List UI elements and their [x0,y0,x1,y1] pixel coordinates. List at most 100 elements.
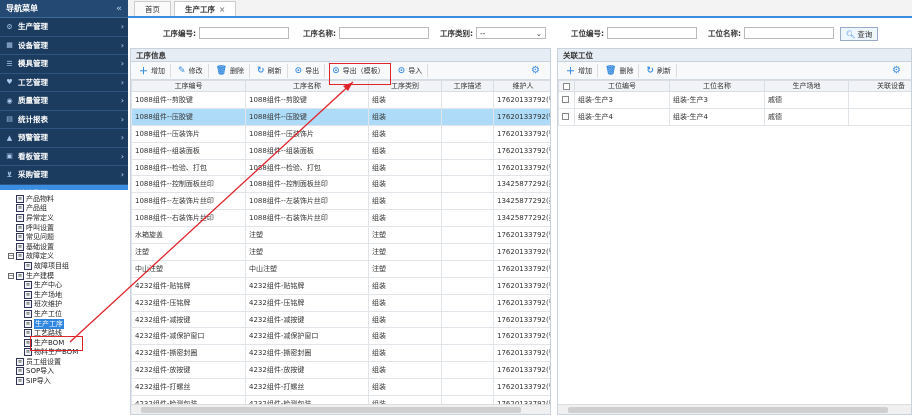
sidebar-item-3[interactable]: ♥ 工艺管理 › [0,74,128,92]
tree-node[interactable]: ≡ 产品物料 [0,194,128,204]
gear-icon[interactable]: ⚙ [531,65,540,76]
search-type-field: 工序类别: -- ⌄ [440,27,546,39]
tree-node[interactable]: ≡ 产品组 [0,204,128,214]
sidebar-item-5[interactable]: ▤ 统计报表 › [0,111,128,129]
horizontal-scrollbar[interactable] [131,404,550,414]
tree-node[interactable]: ≡ SOP导入 [0,367,128,377]
tree-node-label: 产品组 [26,204,47,213]
row-checkbox[interactable] [562,113,569,121]
horizontal-scrollbar[interactable] [558,404,911,414]
table-row[interactable]: 4232组件-放按键 4232组件-放按键 组装 17620133792(智 [131,361,550,380]
station-refresh-label: 刷新 [657,66,671,75]
select-all-checkbox[interactable] [563,82,570,90]
table-row[interactable]: 4232组件-打螺丝 4232组件-打螺丝 组装 17620133792(智 [131,378,550,397]
station-add-button[interactable]: ＋增加 [561,63,599,78]
sidebar-item-4[interactable]: ◉ 质量管理 › [0,92,128,111]
search-code-input[interactable] [199,27,289,39]
import-button[interactable]: ⊙ 导入 [393,63,429,78]
station-name-input[interactable] [744,27,834,39]
tree-node[interactable]: ≡ 生产工序 [0,318,128,329]
station-code-input[interactable] [607,27,697,39]
table-row[interactable]: 4232组件-贴铭牌 4232组件-贴铭牌 组装 17620133792(智 [131,276,550,295]
tree-node[interactable]: ≡ 故障项目组 [0,261,128,271]
tree-node[interactable]: ≡ 班次维护 [0,300,128,310]
refresh-label: 刷新 [267,66,282,75]
table-cell: 17620133792(智 [493,378,550,397]
table-row[interactable]: 1088组件--剪胶键 1088组件--剪胶键 组装 17620133792(智 [131,91,550,109]
tree-node[interactable]: − ≡ 生产建模 [0,271,128,281]
column-header[interactable]: 工位编号 [574,80,670,92]
gear-icon[interactable]: ⚙ [892,65,901,76]
scrollbar-thumb[interactable] [568,407,888,413]
tree-node[interactable]: ≡ 员工组设置 [0,357,128,367]
tree-node[interactable]: − ≡ 故障定义 [0,252,128,262]
column-header[interactable]: 关联设备 [848,80,911,92]
table-row[interactable]: 组装-生产4 组装-生产4 戚德 [558,107,911,126]
search-type-select[interactable]: -- ⌄ [476,27,546,39]
table-cell: 4232组件-压铭牌 [131,293,246,312]
sidebar-item-8[interactable]: ⊻ 采购管理 › [0,166,128,185]
table-row[interactable]: 1088组件--压装饰片 1088组件--压装饰片 组装 17620133792(智 [131,124,550,143]
table-row[interactable]: 4232组件-撕密封圈 4232组件-撕密封圈 组装 17620133792(智 [131,344,550,363]
tree-node[interactable]: ≡ 生产工位 [0,309,128,319]
heart-icon: ♥ [6,78,13,87]
table-row[interactable]: 组装-生产3 组装-生产3 戚德 [558,91,911,109]
sidebar-item-1[interactable]: ▦ 设备管理 › [0,37,128,55]
table-row[interactable]: 1088组件--检验、打包 1088组件--检验、打包 组装 17620133792(… [131,158,550,177]
table-row[interactable]: 中山注塑 中山注塑 注塑 17620133792(智 [131,259,550,278]
table-row[interactable]: 4232组件-减按键 4232组件-减按键 组装 17620133792(智 [131,310,550,329]
column-header[interactable]: 工序编号 [131,80,246,92]
refresh-button[interactable]: ↻ 刷新 [252,63,288,78]
table-cell [558,91,575,109]
tab-current[interactable]: 生产工序 × [174,1,237,16]
column-header[interactable] [558,80,575,92]
tree-node[interactable]: ≡ 基础设置 [0,242,128,252]
sidebar-item-2[interactable]: ☰ 模具管理 › [0,55,128,74]
table-cell: 组装 [368,141,442,160]
collapse-toggle-icon[interactable]: − [8,272,14,279]
collapse-toggle-icon[interactable]: − [8,253,14,260]
tree-node[interactable]: ≡ 呼叫设置 [0,223,128,233]
query-button[interactable]: 🔍︎ 查询 [840,27,878,41]
column-header[interactable]: 工位名称 [669,80,765,92]
search-name-input[interactable] [339,27,429,39]
sidebar-menu: ⚙ 生产管理 › ▦ 设备管理 › ☰ 模具管理 › ♥ 工艺管理 › ◉ 质量管理 › ▤ 统计报表 › ▲ 预警管… [0,18,128,203]
table-row[interactable]: 1088组件--组装面板 1088组件--组装面板 组装 17620133792(智 [131,141,550,160]
table-row[interactable]: 4232组件-减保护窗口 4232组件-减保护窗口 组装 17620133792(智 [131,327,550,346]
tab-bar: 首页 生产工序 × [128,0,912,18]
table-row[interactable]: 水箱旋盖 注塑 注塑 17620133792(智 [131,226,550,245]
station-delete-label: 删除 [619,66,634,75]
tree-node[interactable]: ≡ 异常定义 [0,213,128,223]
sidebar-item-7[interactable]: ▣ 看板管理 › [0,148,128,166]
tree-node[interactable]: ≡ 生产场地 [0,290,128,300]
row-checkbox[interactable] [562,96,569,104]
document-icon: ≡ [16,357,24,366]
table-row[interactable]: 1088组件--压胶键 1088组件--压胶键 组装 17620133792(智 [131,107,550,126]
column-header[interactable]: 生产场地 [764,80,849,92]
edit-button[interactable]: ✎ 修改 [173,63,209,78]
table-row[interactable]: 1088组件--控制面板丝印 1088组件--控制面板丝印 组装 1342587729… [131,175,550,194]
table-row[interactable]: 1088组件--右装饰片丝印 1088组件--右装饰片丝印 组装 1342587729… [131,209,550,228]
close-icon[interactable]: × [219,5,225,14]
tab-home[interactable]: 首页 [134,1,171,16]
column-header[interactable]: 维护人 [493,80,550,92]
delete-button[interactable]: 🗑︎ 删除 [211,63,250,78]
station-delete-button[interactable]: 🗑︎ 删除 [600,63,640,78]
sidebar-item-0[interactable]: ⚙ 生产管理 › [0,18,128,37]
scrollbar-thumb[interactable] [141,407,521,413]
table-cell [441,226,494,245]
table-cell: 1088组件--左装饰片丝印 [245,192,369,211]
table-row[interactable]: 注塑 注塑 注塑 17620133792(智 [131,243,550,261]
table-row[interactable]: 1088组件--左装饰片丝印 1088组件--左装饰片丝印 组装 1342587729… [131,192,550,211]
export-button[interactable]: ⊙ 导出 [290,63,326,78]
add-button[interactable]: ＋增加 [134,63,172,78]
station-refresh-button[interactable]: ↻ 刷新 [641,63,677,78]
add-label: 增加 [151,66,166,75]
sidebar-item-6[interactable]: ▲ 预警管理 › [0,129,128,148]
column-header[interactable]: 工序描述 [441,80,494,92]
tree-node[interactable]: ≡ SIP导入 [0,376,128,386]
table-row[interactable]: 4232组件-压铭牌 4232组件-压铭牌 组装 17620133792(智 [131,293,550,312]
collapse-icon[interactable]: « [116,4,122,14]
tree-node[interactable]: ≡ 生产中心 [0,280,128,290]
tree-node[interactable]: ≡ 常见问题 [0,232,128,242]
